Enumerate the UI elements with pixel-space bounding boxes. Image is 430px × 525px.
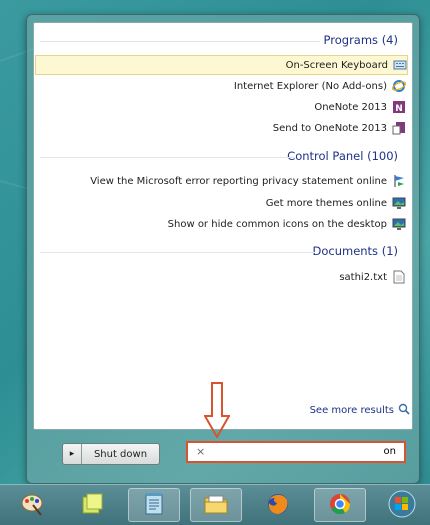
notepad-icon (141, 491, 167, 520)
header-divider (40, 157, 295, 158)
taskbar (0, 484, 430, 525)
annotation-arrow-icon (204, 382, 230, 438)
taskbar-chrome[interactable] (314, 488, 366, 522)
group-header-documents[interactable]: Documents (1) (312, 244, 398, 258)
taskbar-start-button[interactable] (376, 488, 428, 522)
search-input[interactable] (246, 446, 396, 457)
shutdown-options-arrow-icon[interactable]: ▸ (63, 444, 82, 464)
result-label: sathi2.txt (339, 271, 387, 283)
result-label: OneNote 2013 (314, 101, 387, 113)
clear-search-icon[interactable]: × (196, 445, 205, 458)
result-internet-explorer[interactable]: Internet Explorer (No Add-ons) (233, 77, 407, 95)
group-header-programs[interactable]: Programs (4) (324, 33, 398, 47)
result-send-to-onenote[interactable]: Send to OneNote 2013 (273, 119, 406, 137)
file-explorer-icon (203, 491, 229, 520)
search-results-panel: Programs (4) On-Screen Keyboard Internet… (33, 22, 413, 430)
shut-down-button[interactable]: ▸ Shut down (62, 443, 160, 465)
start-orb-icon (387, 489, 417, 522)
see-more-results-link[interactable]: See more results (310, 403, 412, 417)
result-sathi2-txt[interactable]: sathi2.txt (339, 268, 406, 286)
result-show-hide-icons[interactable]: Show or hide common icons on the desktop (168, 215, 406, 233)
result-onenote[interactable]: OneNote 2013 N (314, 98, 406, 116)
result-error-reporting[interactable]: View the Microsoft error reporting priva… (90, 172, 406, 190)
result-label: Send to OneNote 2013 (272, 122, 387, 134)
result-label: Show or hide common icons on the desktop (167, 218, 387, 230)
paint-icon (19, 491, 45, 520)
taskbar-notepad[interactable] (128, 488, 180, 522)
result-label: View the Microsoft error reporting priva… (90, 175, 387, 187)
sticky-notes-icon (79, 491, 105, 520)
onenote-icon: N (392, 100, 406, 114)
header-divider (40, 41, 320, 42)
keyboard-icon (393, 58, 407, 72)
see-more-label: See more results (309, 404, 394, 416)
result-label: Internet Explorer (No Add-ons) (233, 80, 387, 92)
magnifier-icon (398, 403, 412, 417)
text-file-icon (392, 270, 406, 284)
send-to-onenote-icon (392, 121, 406, 135)
group-header-control-panel[interactable]: Control Panel (100) (287, 149, 398, 163)
monitor-icon (392, 196, 406, 210)
shut-down-label: Shut down (93, 448, 148, 460)
result-label: Get more themes online (265, 197, 387, 209)
taskbar-firefox[interactable] (252, 488, 304, 522)
taskbar-sticky-notes[interactable] (66, 488, 118, 522)
monitor-icon (392, 217, 406, 231)
result-on-screen-keyboard[interactable]: On-Screen Keyboard (35, 55, 408, 75)
svg-text:N: N (395, 104, 403, 114)
header-divider (40, 252, 315, 253)
taskbar-paint[interactable] (6, 488, 58, 522)
taskbar-file-explorer[interactable] (190, 488, 242, 522)
firefox-icon (265, 491, 291, 520)
result-label: On-Screen Keyboard (285, 59, 388, 71)
internet-explorer-icon (391, 79, 407, 93)
start-search-box[interactable]: × (186, 441, 406, 463)
flag-icon (392, 174, 406, 188)
chrome-icon (327, 491, 353, 520)
result-get-more-themes[interactable]: Get more themes online (266, 194, 406, 212)
